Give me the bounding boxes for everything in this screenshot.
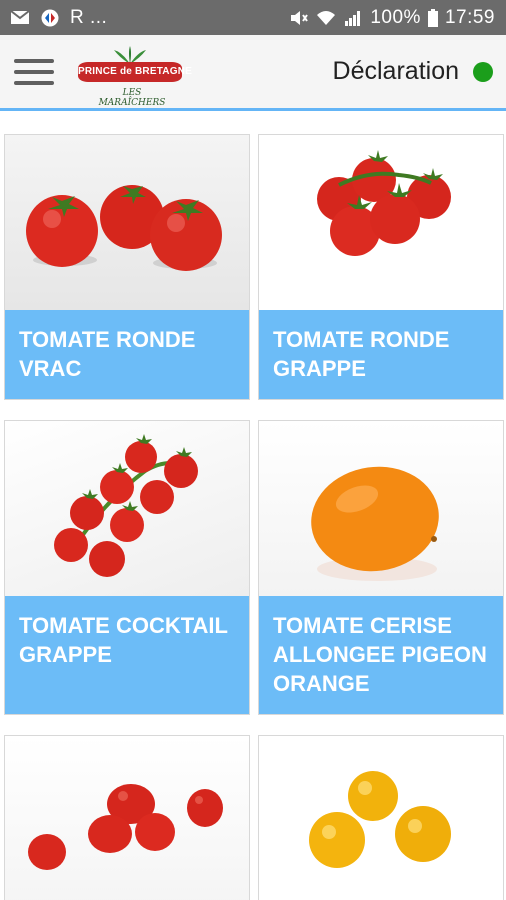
- battery-icon: [427, 8, 438, 27]
- product-grid: TOMATE RONDE VRAC TOMATE RONDE GRAPPE TO…: [0, 114, 506, 900]
- product-card-tomate-cerise-rouge[interactable]: [4, 735, 250, 900]
- product-label: TOMATE COCKTAIL GRAPPE: [5, 596, 249, 714]
- tomato-cherry-orange-image: [259, 421, 503, 596]
- hamburger-icon-line: [14, 69, 54, 74]
- signal-icon: [343, 9, 363, 27]
- product-label: TOMATE RONDE GRAPPE: [259, 310, 503, 399]
- carrefour-icon: [40, 9, 60, 27]
- mute-icon: [289, 9, 309, 27]
- leaves-icon: [114, 45, 146, 64]
- wifi-icon: [316, 9, 336, 27]
- app-bar: PRINCE de BRETAGNE LES MARAÎCHERS Déclar…: [0, 35, 506, 111]
- hamburger-icon: [14, 58, 54, 63]
- product-label: TOMATE CERISE ALLONGEE PIGEON ORANGE: [259, 596, 503, 714]
- battery-percent: 100%: [370, 6, 421, 28]
- tomato-round-loose-image: [5, 135, 249, 310]
- mail-icon: [10, 9, 30, 27]
- tomato-cherry-yellow-image: [259, 736, 503, 900]
- connection-status-indicator: [473, 61, 493, 82]
- product-card-tomate-ronde-grappe[interactable]: TOMATE RONDE GRAPPE: [258, 134, 504, 400]
- tomato-cocktail-vine-image: [5, 421, 249, 596]
- tomato-cherry-red-image: [5, 736, 249, 900]
- status-bar: R ... 100% 17:59: [0, 0, 506, 35]
- logo-banner: PRINCE de BRETAGNE: [78, 61, 192, 82]
- hamburger-icon-line: [14, 80, 54, 85]
- page-title: Déclaration: [332, 57, 459, 85]
- clock: 17:59: [444, 6, 495, 28]
- product-label: TOMATE RONDE VRAC: [5, 310, 249, 399]
- logo-subtext: LES MARAÎCHERS: [98, 87, 166, 108]
- menu-button[interactable]: [14, 50, 58, 94]
- product-card-tomate-cerise-allongee-pigeon-orange[interactable]: TOMATE CERISE ALLONGEE PIGEON ORANGE: [258, 420, 504, 715]
- product-card-tomate-ronde-vrac[interactable]: TOMATE RONDE VRAC: [4, 134, 250, 400]
- notification-text: R ...: [70, 6, 108, 28]
- tomato-round-vine-image: [259, 135, 503, 310]
- product-card-tomate-cocktail-grappe[interactable]: TOMATE COCKTAIL GRAPPE: [4, 420, 250, 715]
- brand-logo: PRINCE de BRETAGNE LES MARAÎCHERS: [76, 40, 192, 108]
- product-card-tomate-cerise-jaune[interactable]: [258, 735, 504, 900]
